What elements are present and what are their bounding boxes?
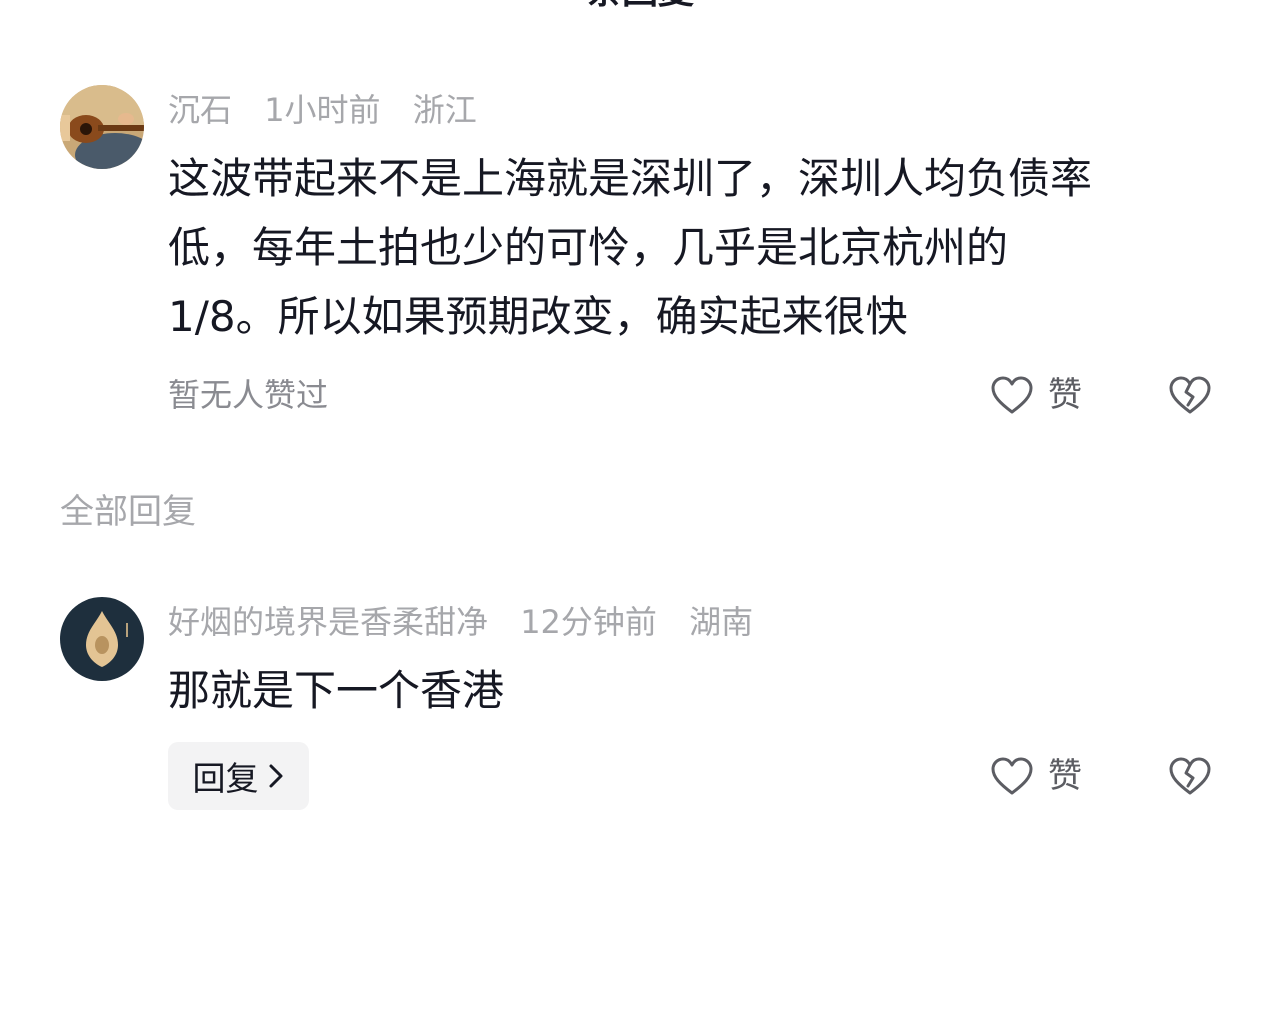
comment-meta: 沉石 1小时前 浙江 (168, 88, 499, 132)
username[interactable]: 沉石 (168, 91, 232, 129)
reply-text[interactable]: 那就是下一个香港 (168, 656, 1228, 725)
broken-heart-icon[interactable] (1168, 755, 1212, 799)
like-label[interactable]: 赞 (1048, 373, 1082, 417)
heart-outline-icon[interactable] (990, 374, 1034, 418)
chevron-right-icon (269, 764, 282, 788)
avatar[interactable] (60, 597, 144, 681)
reply-button-label: 回复 (192, 759, 259, 798)
location: 浙江 (412, 91, 477, 129)
location: 湖南 (689, 603, 754, 641)
like-status: 暂无人赞过 (168, 376, 329, 414)
comment-text-line: 1/8。所以如果预期改变，确实起来很快 (168, 292, 908, 341)
comment-text-line: 这波带起来不是上海就是深圳了，深圳人均负债率 (168, 154, 1093, 203)
replies-section-title: 全部回复 (60, 492, 196, 532)
heart-outline-icon[interactable] (990, 755, 1034, 799)
page-title: 条回复 (0, 0, 1280, 10)
username[interactable]: 好烟的境界是香柔甜净 (168, 603, 488, 641)
timestamp: 1小时前 (264, 91, 381, 129)
avatar[interactable] (60, 85, 144, 169)
comment-text-line: 低，每年土拍也少的可怜，几乎是北京杭州的 (168, 223, 1009, 272)
view-replies-button[interactable]: 回复 (168, 742, 309, 810)
broken-heart-icon[interactable] (1168, 374, 1212, 418)
timestamp: 12分钟前 (520, 603, 657, 641)
like-label[interactable]: 赞 (1048, 754, 1082, 798)
comment-text[interactable]: 这波带起来不是上海就是深圳了，深圳人均负债率 低，每年土拍也少的可怜，几乎是北京… (168, 144, 1228, 351)
reply-meta: 好烟的境界是香柔甜净 12分钟前 湖南 (168, 600, 775, 644)
